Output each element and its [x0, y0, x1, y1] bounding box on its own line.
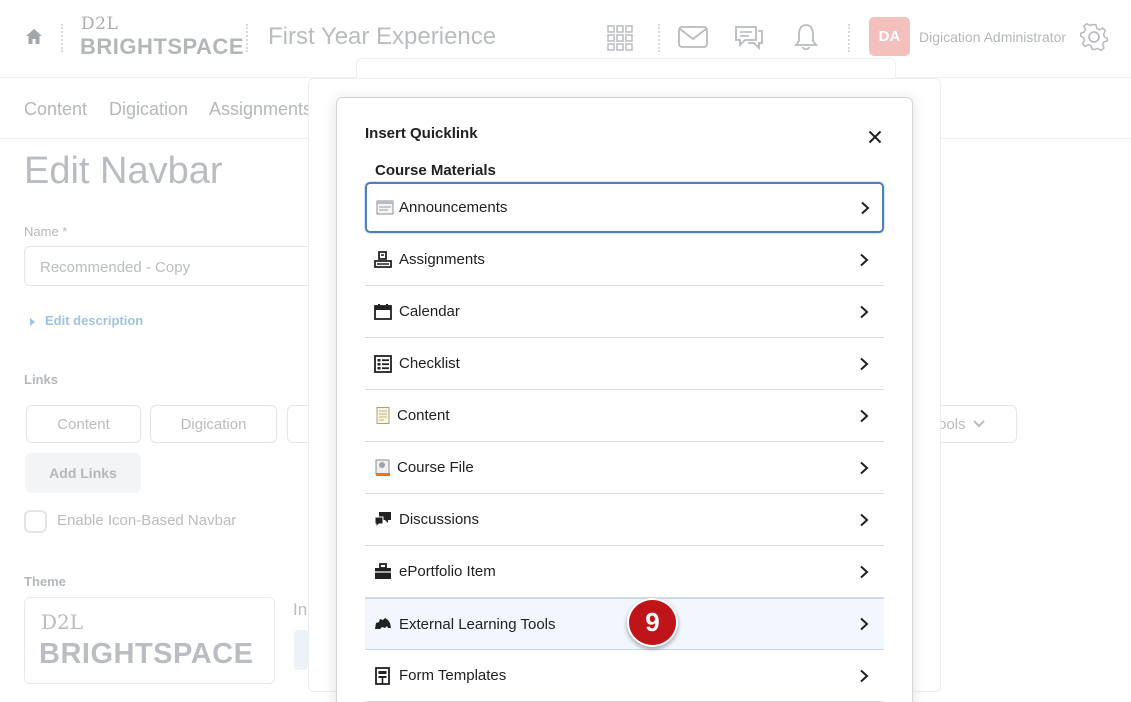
logo-brightspace: BRIGHTSPACE: [80, 34, 244, 59]
avatar[interactable]: DA: [869, 17, 910, 56]
item-label: Announcements: [399, 199, 508, 216]
link-chip-tools-label: ools: [938, 415, 966, 433]
divider: [848, 24, 850, 52]
discussions-icon: [374, 511, 391, 528]
list-item-course-file[interactable]: Course File: [365, 442, 884, 494]
insert-quicklink-dialog: Insert Quicklink Course Materials Announ…: [336, 97, 913, 702]
chevron-right-icon: [860, 305, 869, 318]
course-title[interactable]: First Year Experience: [268, 23, 496, 51]
chevron-right-icon: [861, 201, 870, 214]
icon-navbar-label: Enable Icon-Based Navbar: [57, 512, 237, 529]
list-item-eportfolio[interactable]: ePortfolio Item: [365, 546, 884, 598]
checklist-icon: [374, 354, 392, 373]
chat-icon[interactable]: [734, 22, 764, 52]
list-item-checklist[interactable]: Checklist: [365, 338, 884, 390]
item-label: Form Templates: [399, 667, 507, 684]
item-label: Content: [397, 407, 450, 424]
item-label: Calendar: [399, 303, 460, 320]
item-label: Course File: [397, 459, 474, 476]
chevron-down-icon: [972, 420, 985, 428]
waffle-icon[interactable]: [606, 24, 634, 52]
list-item-form-templates[interactable]: Form Templates: [365, 650, 884, 702]
theme-card[interactable]: D2L BRIGHTSPACE: [24, 597, 275, 684]
calendar-icon: [374, 303, 392, 320]
chevron-right-icon: [860, 565, 869, 578]
theme-logo-top: D2L: [41, 610, 84, 634]
mail-icon[interactable]: [678, 26, 708, 48]
chevron-right-icon: [860, 253, 869, 266]
divider: [61, 24, 63, 52]
add-links-button[interactable]: Add Links: [25, 453, 141, 493]
item-label: Checklist: [399, 355, 460, 372]
list-item-announcements[interactable]: Announcements: [365, 182, 884, 233]
edit-description-toggle[interactable]: Edit description: [30, 313, 143, 328]
list-item-external-learning-tools[interactable]: External Learning Tools: [365, 598, 884, 650]
item-label: Assignments: [399, 251, 485, 268]
step-badge: 9: [627, 598, 678, 647]
divider: [246, 24, 248, 52]
theme-logo-brightspace: BRIGHTSPACE: [39, 638, 254, 670]
chevron-right-icon: [860, 617, 869, 631]
nav-link-content[interactable]: Content: [24, 99, 87, 120]
list-item-discussions[interactable]: Discussions: [365, 494, 884, 546]
list-item-calendar[interactable]: Calendar: [365, 286, 884, 338]
announcements-icon: [376, 200, 394, 214]
theme-side-box: [294, 630, 308, 670]
user-name[interactable]: Digication Administrator: [919, 29, 1066, 45]
chevron-right-icon: [860, 409, 869, 422]
chevron-right-icon: [860, 669, 869, 682]
chevron-right-icon: [860, 513, 869, 526]
link-chip-content[interactable]: Content: [26, 405, 141, 443]
nav-link-assignments[interactable]: Assignments: [209, 99, 312, 120]
form-templates-icon: [375, 666, 390, 685]
chevron-right-icon: [860, 357, 869, 370]
assignments-icon: [374, 250, 392, 268]
external-tools-icon: [375, 618, 391, 629]
list-item-content[interactable]: Content: [365, 390, 884, 442]
home-icon[interactable]: [24, 27, 44, 47]
list-item-assignments[interactable]: Assignments: [365, 234, 884, 286]
divider: [658, 24, 660, 52]
item-label: ePortfolio Item: [399, 563, 496, 580]
theme-side-text: In: [293, 600, 308, 619]
content-icon: [376, 406, 390, 424]
nav-link-digication[interactable]: Digication: [109, 99, 188, 120]
name-label: Name *: [24, 224, 68, 239]
caret-right-icon: [30, 317, 35, 326]
link-chip-digication[interactable]: Digication: [150, 405, 277, 443]
item-label: External Learning Tools: [399, 615, 556, 633]
theme-label: Theme: [24, 574, 66, 589]
eportfolio-icon: [375, 562, 391, 579]
gear-icon[interactable]: [1079, 22, 1109, 52]
back-dialog-strip: [356, 58, 896, 80]
links-label: Links: [24, 372, 58, 387]
bell-icon[interactable]: [793, 22, 819, 52]
icon-navbar-checkbox[interactable]: [24, 510, 47, 533]
close-icon: [868, 130, 882, 144]
section-title: Course Materials: [375, 162, 496, 179]
course-file-icon: [375, 459, 390, 476]
logo-top: D2L: [81, 14, 119, 34]
name-input[interactable]: Recommended - Copy: [24, 246, 324, 286]
chevron-right-icon: [860, 461, 869, 474]
close-button[interactable]: [864, 126, 886, 148]
dialog-title: Insert Quicklink: [365, 125, 478, 142]
page-title: Edit Navbar: [24, 150, 223, 192]
edit-description-label: Edit description: [45, 313, 144, 328]
item-label: Discussions: [399, 511, 480, 528]
